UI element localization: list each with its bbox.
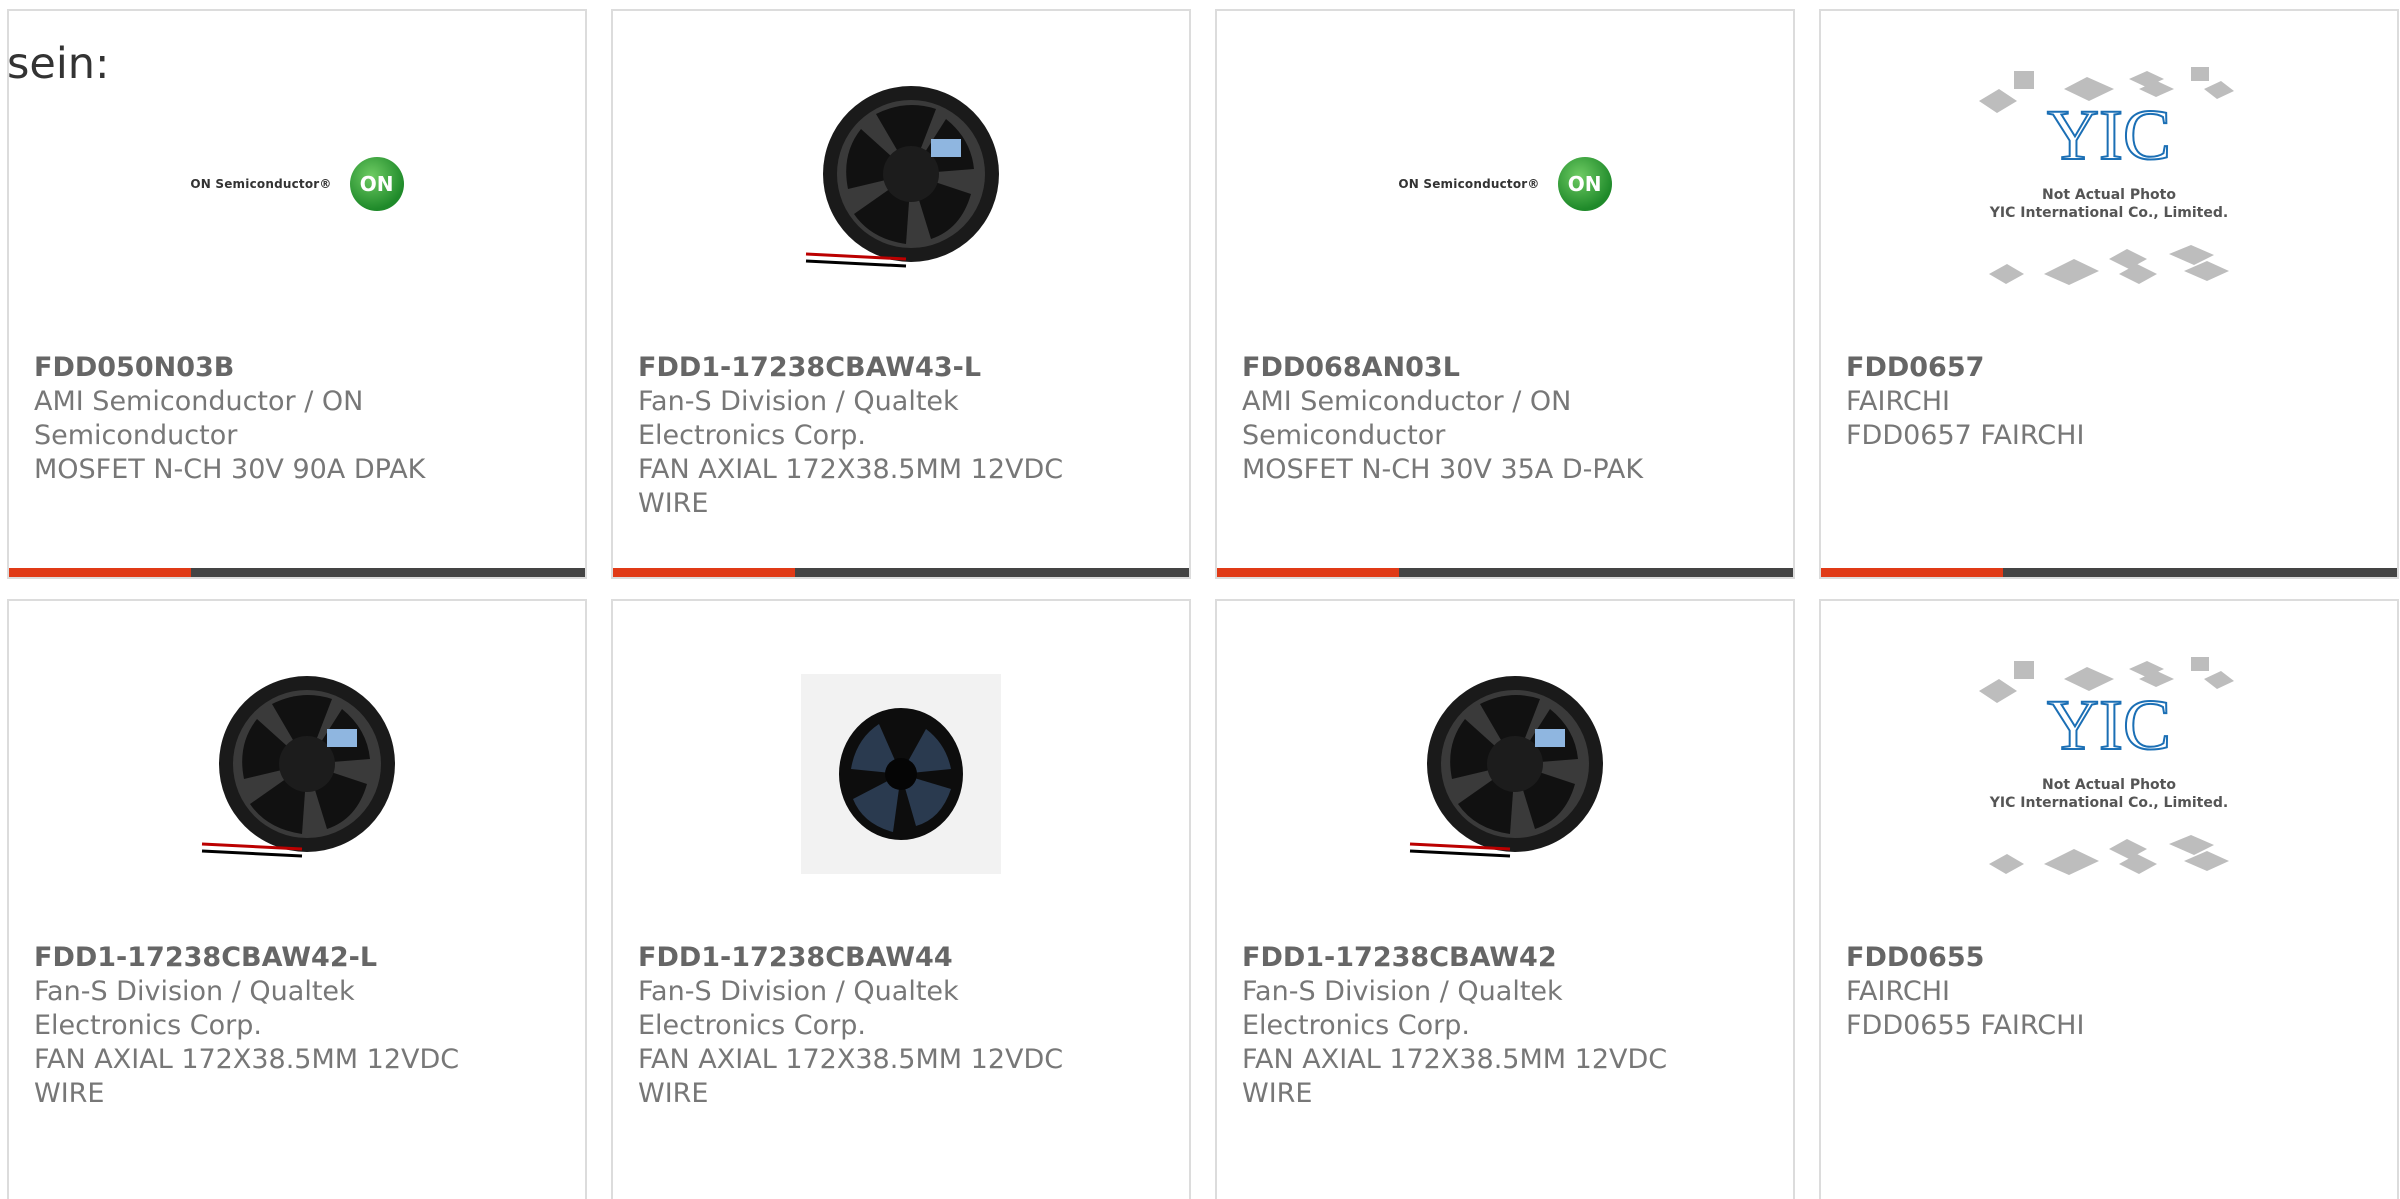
description: MOSFET N-CH 30V 90A DPAK [34, 454, 426, 485]
part-number[interactable]: FDD1-17238CBAW42 [1242, 941, 1773, 975]
yic-placeholder-image: YIC Not Actual Photo YIC International C… [1979, 67, 2234, 285]
product-card[interactable]: YIC Not Actual Photo YIC International C… [1819, 9, 2399, 579]
description: FAN AXIAL 172X38.5MM 12VDC [34, 1044, 460, 1075]
product-card[interactable]: ON Semiconductor® ON FDD050N03B AMI Semi… [7, 9, 587, 579]
manufacturer: Electronics Corp. [638, 1010, 866, 1041]
manufacturer: Electronics Corp. [638, 420, 866, 451]
description: MOSFET N-CH 30V 35A D-PAK [1242, 454, 1644, 485]
product-image [9, 639, 585, 909]
yic-caption-line2: YIC International Co., Limited. [1989, 795, 2228, 811]
bar-accent [613, 568, 795, 577]
description: FAN AXIAL 172X38.5MM 12VDC [1242, 1044, 1668, 1075]
manufacturer: AMI Semiconductor / ON [34, 386, 364, 417]
description: FDD0657 FAIRCHI [1846, 420, 2085, 451]
manufacturer: Semiconductor [1242, 420, 1446, 451]
description: FAN AXIAL 172X38.5MM 12VDC [638, 1044, 1064, 1075]
manufacturer: Fan-S Division / Qualtek [638, 976, 959, 1007]
yic-caption-line1: Not Actual Photo [2042, 777, 2176, 793]
svg-text:YIC: YIC [2047, 685, 2171, 765]
part-number[interactable]: FDD0655 [1846, 941, 2377, 975]
product-card[interactable]: YIC Not Actual Photo YIC International C… [1819, 599, 2399, 1199]
card-progress-bar [1217, 568, 1793, 577]
product-card[interactable]: FDD1-17238CBAW44 Fan-S Division / Qualte… [611, 599, 1191, 1199]
product-card[interactable]: FDD1-17238CBAW43-L Fan-S Division / Qual… [611, 9, 1191, 579]
product-image [613, 639, 1189, 909]
part-number[interactable]: FDD1-17238CBAW43-L [638, 351, 1169, 385]
manufacturer: Fan-S Division / Qualtek [638, 386, 959, 417]
card-progress-bar [1821, 568, 2397, 577]
product-card[interactable]: ON Semiconductor® ON FDD068AN03L AMI Sem… [1215, 9, 1795, 579]
yic-placeholder-image: YIC Not Actual Photo YIC International C… [1979, 657, 2234, 875]
part-number[interactable]: FDD0657 [1846, 351, 2377, 385]
on-semiconductor-logo: ON Semiconductor® ON [1398, 157, 1612, 211]
product-card[interactable]: FDD1-17238CBAW42 Fan-S Division / Qualte… [1215, 599, 1795, 1199]
description: WIRE [34, 1078, 105, 1109]
fan-icon [801, 674, 1001, 874]
fan-icon [201, 676, 395, 858]
svg-text:YIC: YIC [2047, 95, 2171, 175]
manufacturer: AMI Semiconductor / ON [1242, 386, 1572, 417]
card-progress-bar [9, 568, 585, 577]
fan-icon [805, 86, 999, 268]
manufacturer: FAIRCHI [1846, 976, 1951, 1007]
part-number[interactable]: FDD068AN03L [1242, 351, 1773, 385]
bar-accent [9, 568, 191, 577]
card-progress-bar [613, 568, 1189, 577]
bar-accent [1217, 568, 1399, 577]
description: FDD0655 FAIRCHI [1846, 1010, 2085, 1041]
yic-caption-line2: YIC International Co., Limited. [1989, 205, 2228, 221]
product-image: ON Semiconductor® ON [1217, 49, 1793, 319]
manufacturer: Semiconductor [34, 420, 238, 451]
description: WIRE [638, 488, 709, 519]
manufacturer: Electronics Corp. [34, 1010, 262, 1041]
yic-caption-line1: Not Actual Photo [2042, 187, 2176, 203]
manufacturer: Electronics Corp. [1242, 1010, 1470, 1041]
part-number[interactable]: FDD1-17238CBAW44 [638, 941, 1169, 975]
manufacturer: FAIRCHI [1846, 386, 1951, 417]
manufacturer: Fan-S Division / Qualtek [1242, 976, 1563, 1007]
manufacturer: Fan-S Division / Qualtek [34, 976, 355, 1007]
part-number[interactable]: FDD1-17238CBAW42-L [34, 941, 565, 975]
product-grid: ON Semiconductor® ON FDD050N03B AMI Semi… [0, 0, 2400, 1199]
product-image [613, 49, 1189, 319]
part-number[interactable]: FDD050N03B [34, 351, 565, 385]
bar-accent [1821, 568, 2003, 577]
product-image [1217, 639, 1793, 909]
lead-text: sein: [7, 39, 110, 89]
product-image: YIC Not Actual Photo YIC International C… [1821, 639, 2397, 909]
description: FAN AXIAL 172X38.5MM 12VDC [638, 454, 1064, 485]
on-semiconductor-logo: ON Semiconductor® ON [190, 157, 404, 211]
fan-icon [1409, 676, 1603, 858]
description: WIRE [638, 1078, 709, 1109]
product-image: YIC Not Actual Photo YIC International C… [1821, 49, 2397, 319]
description: WIRE [1242, 1078, 1313, 1109]
product-card[interactable]: FDD1-17238CBAW42-L Fan-S Division / Qual… [7, 599, 587, 1199]
